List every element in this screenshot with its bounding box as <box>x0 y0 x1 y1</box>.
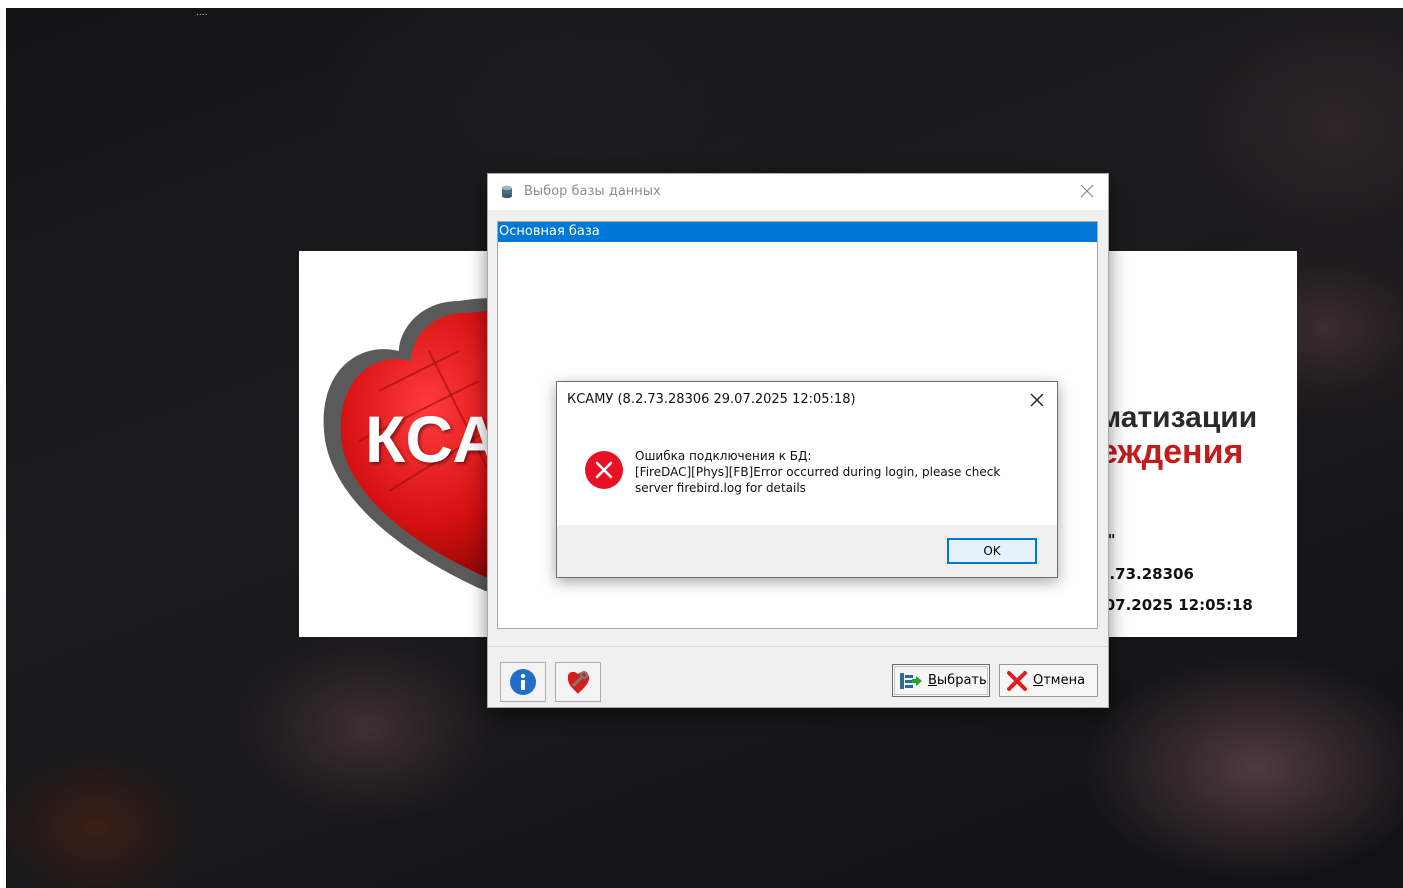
info-button[interactable] <box>500 662 546 702</box>
cancel-accelerator: О <box>1033 673 1044 688</box>
select-accelerator: В <box>928 673 937 688</box>
cancel-label: тмена <box>1043 673 1086 688</box>
window-title: Выбор базы данных <box>524 184 661 199</box>
splash-title-line1: матизации <box>1099 401 1258 434</box>
repair-database-button[interactable] <box>555 662 601 702</box>
error-message-line: server firebird.log for details <box>635 481 806 495</box>
splash-title-line2: еждения <box>1099 433 1244 471</box>
window-titlebar[interactable]: Выбор базы данных <box>488 174 1108 210</box>
close-button[interactable] <box>1066 174 1108 208</box>
error-message: Ошибка подключения к БД: [FireDAC][Phys]… <box>635 448 1045 496</box>
select-button[interactable]: Выбрать <box>892 664 990 697</box>
dialog-title: КСАМУ (8.2.73.28306 29.07.2025 12:05:18) <box>567 392 856 407</box>
close-icon <box>1030 393 1044 407</box>
error-message-line: [FireDAC][Phys][FB]Error occurred during… <box>635 465 1001 479</box>
desktop-icon-label: .... <box>196 8 208 18</box>
close-icon <box>1080 184 1094 198</box>
select-label: ыбрать <box>936 673 987 688</box>
splash-build-date: .07.2025 12:05:18 <box>1099 596 1253 614</box>
dialog-close-button[interactable] <box>1019 386 1055 414</box>
repair-icon <box>568 671 590 694</box>
select-arrow-icon <box>900 672 922 689</box>
ok-button[interactable]: OK <box>947 538 1037 564</box>
database-icon <box>502 185 512 199</box>
list-item[interactable]: Основная база <box>498 222 1097 242</box>
logo-text: КСА <box>365 402 502 476</box>
splash-version: 2.73.28306 <box>1099 565 1194 583</box>
dialog-footer: OK <box>557 525 1057 577</box>
cancel-button[interactable]: Отмена <box>999 664 1098 697</box>
info-icon <box>510 669 536 695</box>
cancel-icon <box>1007 670 1027 691</box>
error-message-line: Ошибка подключения к БД: <box>635 449 812 463</box>
divider <box>488 646 1108 647</box>
error-dialog: КСАМУ (8.2.73.28306 29.07.2025 12:05:18)… <box>556 381 1058 578</box>
error-icon <box>585 451 623 489</box>
